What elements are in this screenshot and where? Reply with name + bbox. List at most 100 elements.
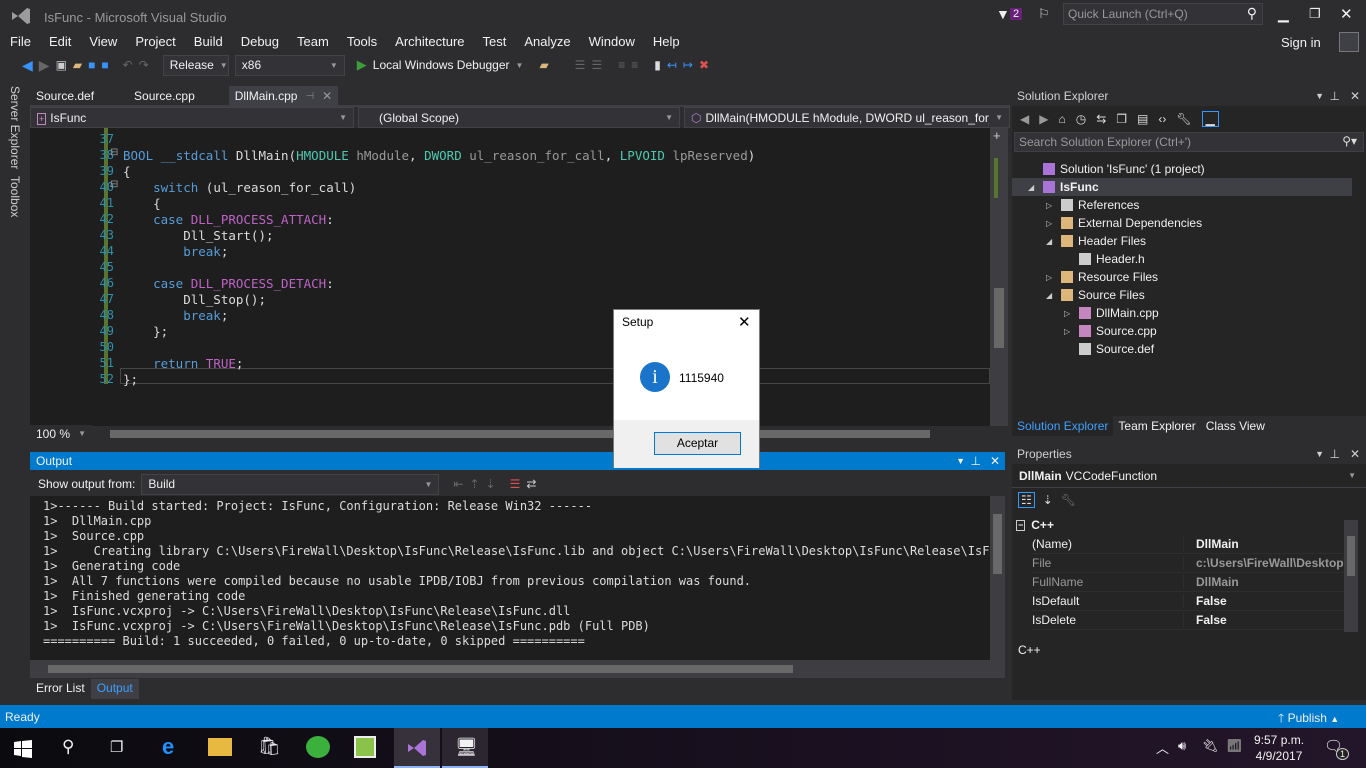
home-icon[interactable]: ⌂: [1058, 112, 1065, 126]
collapsed-icon[interactable]: ▷: [1046, 219, 1056, 228]
output-source-dropdown[interactable]: Build ▼: [141, 473, 440, 495]
close-icon[interactable]: ✕: [990, 454, 1000, 468]
tree-item[interactable]: ▷ DllMain.cpp: [1064, 306, 1159, 320]
project-dropdown[interactable]: + IsFunc ▼: [30, 107, 354, 128]
properties-scrollbar[interactable]: [1344, 520, 1358, 632]
visual-studio-taskbar-button[interactable]: [394, 728, 440, 768]
scroll-thumb[interactable]: [110, 430, 930, 438]
find-message-icon[interactable]: ⇤: [453, 477, 463, 491]
output-vertical-scrollbar[interactable]: [990, 496, 1005, 660]
file-explorer-icon[interactable]: [208, 738, 232, 756]
category-header[interactable]: − C++: [1016, 518, 1054, 532]
chevron-down-icon[interactable]: ▼: [1315, 449, 1324, 459]
bookmark-icon[interactable]: ▮: [654, 58, 661, 72]
show-hidden-icons[interactable]: ︿: [1156, 738, 1169, 757]
word-wrap-icon[interactable]: ⇄: [526, 477, 536, 491]
close-tab-icon[interactable]: ✕: [322, 89, 332, 103]
tree-item[interactable]: Solution 'IsFunc' (1 project): [1028, 162, 1205, 176]
code-line[interactable]: break;: [123, 244, 228, 259]
collapsed-icon[interactable]: ▷: [1046, 201, 1056, 210]
save-all-icon[interactable]: ■: [101, 58, 108, 72]
new-project-icon[interactable]: ▣: [56, 58, 67, 72]
expanded-icon[interactable]: ◢: [1028, 183, 1038, 192]
clock[interactable]: 9:57 p.m. 4/9/2017: [1254, 732, 1304, 764]
minimize-button[interactable]: ▁: [1278, 6, 1289, 23]
chevron-down-icon[interactable]: ▼: [516, 61, 524, 70]
forward-icon[interactable]: ▶: [1039, 112, 1048, 126]
start-debug-icon[interactable]: ▶: [357, 57, 367, 73]
property-row[interactable]: File c:\Users\FireWall\Desktop\IsFunc: [1032, 554, 1352, 573]
close-icon[interactable]: ✕: [1350, 89, 1360, 103]
prev-message-icon[interactable]: ⇡: [469, 477, 479, 491]
collapsed-icon[interactable]: ▷: [1064, 327, 1074, 336]
categorized-icon[interactable]: ☷: [1018, 492, 1035, 508]
code-line[interactable]: switch (ul_reason_for_call): [123, 180, 356, 195]
code-line[interactable]: {: [123, 196, 161, 211]
zoom-dropdown[interactable]: 100 % ▼: [30, 425, 92, 442]
code-line[interactable]: };: [123, 372, 138, 387]
tree-item[interactable]: Header.h: [1064, 252, 1145, 266]
editor-horizontal-scrollbar[interactable]: 100 % ▼: [30, 425, 1010, 442]
code-line[interactable]: return TRUE;: [123, 356, 243, 371]
editor-vertical-scrollbar[interactable]: +: [990, 128, 1008, 426]
code-line[interactable]: case DLL_PROCESS_ATTACH:: [123, 212, 334, 227]
menu-window[interactable]: Window: [589, 34, 635, 49]
prev-bookmark-icon[interactable]: ↤: [667, 58, 677, 72]
wifi-icon[interactable]: 📶︎: [1226, 738, 1243, 754]
battery-icon[interactable]: 🔌︎: [1202, 738, 1219, 754]
menu-team[interactable]: Team: [297, 34, 329, 49]
split-icon[interactable]: +: [993, 128, 1001, 143]
collapsed-icon[interactable]: ▷: [1064, 309, 1074, 318]
pin-icon[interactable]: ⊥: [1330, 89, 1340, 103]
comment-icon[interactable]: ≡: [618, 58, 625, 72]
close-button[interactable]: ✕: [1340, 5, 1353, 23]
tree-item[interactable]: ▷ External Dependencies: [1046, 216, 1202, 230]
volume-icon[interactable]: 🔊︎: [1178, 738, 1186, 754]
scroll-thumb[interactable]: [48, 665, 793, 673]
search-icon[interactable]: ⚲: [62, 737, 74, 757]
code-line[interactable]: };: [123, 324, 168, 339]
property-row[interactable]: (Name) DllMain: [1032, 535, 1352, 554]
tab-class-view[interactable]: Class View: [1201, 416, 1270, 436]
property-row[interactable]: IsDefault False: [1032, 592, 1352, 611]
tab-source-cpp[interactable]: Source.cpp: [128, 86, 201, 106]
notification-flag-icon[interactable]: ▼: [996, 6, 1010, 22]
open-file-icon[interactable]: ▰: [73, 58, 82, 72]
object-selector[interactable]: DllMain VCCodeFunction ▼: [1012, 464, 1366, 488]
server-explorer-tab[interactable]: Server Explorer: [8, 86, 22, 169]
outdent-icon[interactable]: ☰: [591, 58, 602, 72]
menu-test[interactable]: Test: [483, 34, 507, 49]
quick-launch-input[interactable]: Quick Launch (Ctrl+Q) ⚲: [1063, 3, 1263, 25]
task-view-icon[interactable]: ❐: [110, 738, 123, 756]
accept-button[interactable]: Aceptar: [654, 432, 741, 455]
expanded-icon[interactable]: ◢: [1046, 237, 1056, 246]
tree-item[interactable]: ▷ Resource Files: [1046, 270, 1158, 284]
menu-project[interactable]: Project: [135, 34, 175, 49]
code-line[interactable]: Dll_Start();: [123, 228, 273, 243]
property-pages-icon[interactable]: 🔧︎: [1061, 493, 1076, 507]
preview-icon[interactable]: ▁: [1201, 111, 1219, 127]
tab-source-def[interactable]: Source.def: [30, 86, 100, 106]
restore-button[interactable]: ❐: [1309, 6, 1321, 22]
notification-count[interactable]: 2: [1010, 8, 1023, 20]
redo-icon[interactable]: ↷: [139, 58, 149, 72]
pin-icon[interactable]: ⊣: [305, 91, 314, 102]
view-code-icon[interactable]: ‹›: [1158, 112, 1166, 126]
menu-tools[interactable]: Tools: [347, 34, 377, 49]
expanded-icon[interactable]: ◢: [1046, 291, 1056, 300]
chevron-down-icon[interactable]: ▼: [956, 456, 965, 466]
avatar[interactable]: [1339, 32, 1359, 52]
output-text[interactable]: 1>------ Build started: Project: IsFunc,…: [30, 496, 990, 660]
tab-error-list[interactable]: Error List: [30, 679, 91, 699]
property-row[interactable]: FullName DllMain: [1032, 573, 1352, 592]
notepad-icon[interactable]: [354, 736, 376, 758]
solution-search-input[interactable]: Search Solution Explorer (Ctrl+') ⚲▾: [1014, 132, 1364, 152]
publish-button[interactable]: 🡑 Publish ▲: [1278, 709, 1339, 730]
collapse-icon[interactable]: −: [1016, 519, 1026, 531]
back-icon[interactable]: ◀: [22, 57, 33, 74]
scroll-thumb[interactable]: [1347, 536, 1355, 576]
store-icon[interactable]: 🛍︎: [258, 736, 281, 757]
forward-icon[interactable]: ▶: [39, 57, 50, 74]
close-icon[interactable]: ✕: [1350, 447, 1360, 461]
menu-edit[interactable]: Edit: [49, 34, 71, 49]
